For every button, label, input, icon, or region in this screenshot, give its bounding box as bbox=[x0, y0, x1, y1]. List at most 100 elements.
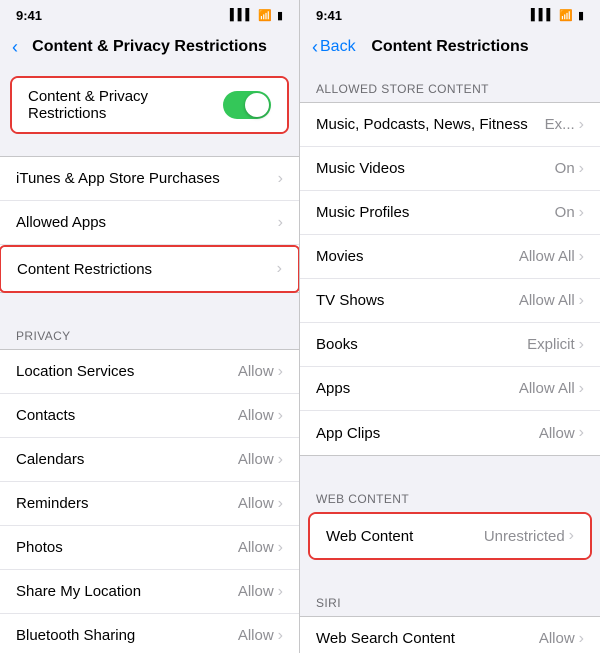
music-profiles-row[interactable]: Music Profiles On › bbox=[300, 191, 600, 235]
web-content-row[interactable]: Web Content Unrestricted › bbox=[310, 514, 590, 558]
nav-title-left: Content & Privacy Restrictions bbox=[32, 38, 267, 56]
privacy-group: Location Services Allow › Contacts Allow… bbox=[0, 349, 299, 653]
apps-label: Apps bbox=[316, 380, 519, 397]
chevron-tv-shows: › bbox=[579, 292, 584, 310]
web-content-value: Unrestricted bbox=[484, 528, 565, 545]
chevron-web-content: › bbox=[569, 527, 574, 545]
movies-row[interactable]: Movies Allow All › bbox=[300, 235, 600, 279]
music-podcasts-label: Music, Podcasts, News, Fitness bbox=[316, 116, 545, 133]
contacts-row[interactable]: Contacts Allow › bbox=[0, 394, 299, 438]
location-services-row[interactable]: Location Services Allow › bbox=[0, 350, 299, 394]
chevron-books: › bbox=[579, 336, 584, 354]
nav-bar-right: ‹ Back Content Restrictions bbox=[300, 28, 600, 68]
movies-label: Movies bbox=[316, 248, 519, 265]
right-content: ALLOWED STORE CONTENT Music, Podcasts, N… bbox=[300, 68, 600, 653]
app-clips-value: Allow bbox=[539, 425, 575, 442]
toggle-knob bbox=[245, 93, 269, 117]
app-clips-row[interactable]: App Clips Allow › bbox=[300, 411, 600, 455]
share-location-label: Share My Location bbox=[16, 583, 238, 600]
left-screen: 9:41 ▌▌▌ 📶 ▮ ‹ Content & Privacy Restric… bbox=[0, 0, 300, 653]
wifi-icon: 📶 bbox=[258, 9, 272, 22]
web-content-label: Web Content bbox=[326, 528, 484, 545]
books-value: Explicit bbox=[527, 336, 575, 353]
movies-value: Allow All bbox=[519, 248, 575, 265]
apps-row[interactable]: Apps Allow All › bbox=[300, 367, 600, 411]
bluetooth-value: Allow bbox=[238, 627, 274, 644]
content-restrictions-label: Content Restrictions bbox=[17, 261, 277, 278]
store-header: ALLOWED STORE CONTENT bbox=[300, 68, 600, 102]
chevron-location: › bbox=[278, 363, 283, 381]
share-location-value: Allow bbox=[238, 583, 274, 600]
share-location-row[interactable]: Share My Location Allow › bbox=[0, 570, 299, 614]
back-button-right[interactable]: ‹ Back bbox=[312, 37, 356, 58]
chevron-left-icon: ‹ bbox=[12, 37, 18, 58]
toggle-label: Content & Privacy Restrictions bbox=[28, 88, 223, 122]
battery-icon: ▮ bbox=[277, 9, 283, 22]
chevron-icon-content: › bbox=[277, 260, 282, 278]
signal-icon-right: ▌▌▌ bbox=[531, 9, 554, 21]
status-time-right: 9:41 bbox=[316, 8, 342, 23]
chevron-contacts: › bbox=[278, 407, 283, 425]
siri-group: Web Search Content Allow › Explicit Lang… bbox=[300, 616, 600, 653]
battery-icon-right: ▮ bbox=[578, 9, 584, 22]
chevron-reminders: › bbox=[278, 495, 283, 513]
bluetooth-label: Bluetooth Sharing bbox=[16, 627, 238, 644]
chevron-apps: › bbox=[579, 380, 584, 398]
photos-value: Allow bbox=[238, 539, 274, 556]
content-restrictions-row[interactable]: Content Restrictions › bbox=[1, 247, 298, 291]
books-row[interactable]: Books Explicit › bbox=[300, 323, 600, 367]
music-videos-row[interactable]: Music Videos On › bbox=[300, 147, 600, 191]
left-content: Content & Privacy Restrictions iTunes & … bbox=[0, 68, 299, 653]
wifi-icon-right: 📶 bbox=[559, 9, 573, 22]
chevron-share-location: › bbox=[278, 583, 283, 601]
reminders-row[interactable]: Reminders Allow › bbox=[0, 482, 299, 526]
privacy-restrictions-toggle-row[interactable]: Content & Privacy Restrictions bbox=[12, 78, 287, 132]
status-time-left: 9:41 bbox=[16, 8, 42, 23]
web-content-highlight: Web Content Unrestricted › bbox=[308, 512, 592, 560]
chevron-music-profiles: › bbox=[579, 204, 584, 222]
main-items-group: iTunes & App Store Purchases › Allowed A… bbox=[0, 156, 299, 293]
status-icons-right: ▌▌▌ 📶 ▮ bbox=[531, 9, 584, 22]
music-podcasts-value: Ex... bbox=[545, 116, 575, 133]
chevron-icon-itunes: › bbox=[278, 170, 283, 188]
toggle-switch[interactable] bbox=[223, 91, 271, 119]
back-label-right: Back bbox=[320, 38, 356, 56]
tv-shows-value: Allow All bbox=[519, 292, 575, 309]
tv-shows-row[interactable]: TV Shows Allow All › bbox=[300, 279, 600, 323]
web-content-section: WEB CONTENT Web Content Unrestricted › bbox=[300, 478, 600, 560]
nav-title-right: Content Restrictions bbox=[371, 38, 528, 56]
status-bar-right: 9:41 ▌▌▌ 📶 ▮ bbox=[300, 0, 600, 28]
chevron-music-videos: › bbox=[579, 160, 584, 178]
chevron-app-clips: › bbox=[579, 424, 584, 442]
music-profiles-label: Music Profiles bbox=[316, 204, 555, 221]
chevron-calendars: › bbox=[278, 451, 283, 469]
store-group: Music, Podcasts, News, Fitness Ex... › M… bbox=[300, 102, 600, 456]
photos-row[interactable]: Photos Allow › bbox=[0, 526, 299, 570]
calendars-row[interactable]: Calendars Allow › bbox=[0, 438, 299, 482]
web-search-value: Allow bbox=[539, 630, 575, 647]
web-content-header: WEB CONTENT bbox=[300, 478, 600, 512]
bluetooth-row[interactable]: Bluetooth Sharing Allow › bbox=[0, 614, 299, 653]
app-clips-label: App Clips bbox=[316, 425, 539, 442]
web-search-row[interactable]: Web Search Content Allow › bbox=[300, 617, 600, 653]
content-restrictions-highlight-wrapper: Content Restrictions › bbox=[0, 245, 299, 293]
nav-bar-left: ‹ Content & Privacy Restrictions bbox=[0, 28, 299, 68]
apps-value: Allow All bbox=[519, 380, 575, 397]
location-value: Allow bbox=[238, 363, 274, 380]
right-screen: 9:41 ▌▌▌ 📶 ▮ ‹ Back Content Restrictions… bbox=[300, 0, 600, 653]
store-section: ALLOWED STORE CONTENT Music, Podcasts, N… bbox=[300, 68, 600, 456]
music-videos-value: On bbox=[555, 160, 575, 177]
toggle-section-wrapper: Content & Privacy Restrictions bbox=[10, 76, 289, 134]
allowed-apps-row[interactable]: Allowed Apps › bbox=[0, 201, 299, 245]
calendars-label: Calendars bbox=[16, 451, 238, 468]
back-button-left[interactable]: ‹ bbox=[12, 37, 18, 58]
privacy-section: PRIVACY Location Services Allow › Contac… bbox=[0, 315, 299, 653]
chevron-web-search: › bbox=[579, 630, 584, 648]
music-podcasts-row[interactable]: Music, Podcasts, News, Fitness Ex... › bbox=[300, 103, 600, 147]
status-icons-left: ▌▌▌ 📶 ▮ bbox=[230, 9, 283, 22]
privacy-header: PRIVACY bbox=[0, 315, 299, 349]
status-bar-left: 9:41 ▌▌▌ 📶 ▮ bbox=[0, 0, 299, 28]
itunes-purchases-row[interactable]: iTunes & App Store Purchases › bbox=[0, 157, 299, 201]
chevron-icon-apps: › bbox=[278, 214, 283, 232]
calendars-value: Allow bbox=[238, 451, 274, 468]
